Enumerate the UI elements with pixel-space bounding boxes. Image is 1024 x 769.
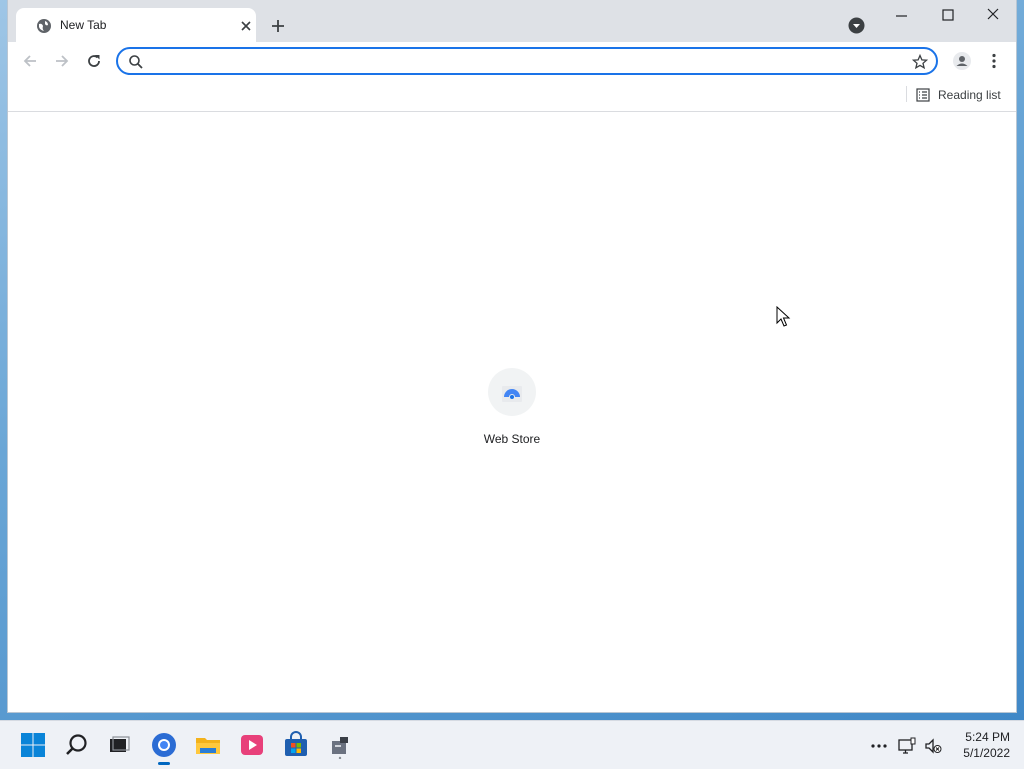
taskbar: 5:24 PM 5/1/2022 — [0, 720, 1024, 769]
close-window-icon[interactable] — [981, 6, 1005, 26]
bookmarks-separator — [906, 86, 907, 102]
app-icon[interactable] — [326, 731, 354, 759]
task-view-icon[interactable] — [105, 731, 133, 759]
reading-list-icon — [916, 88, 930, 102]
tab-title: New Tab — [60, 18, 107, 32]
back-icon[interactable] — [20, 51, 40, 71]
address-input[interactable] — [154, 51, 898, 73]
tab-strip: New Tab — [8, 0, 1016, 42]
reload-icon[interactable] — [84, 51, 104, 71]
new-tab-button[interactable] — [268, 16, 288, 36]
search-icon — [129, 55, 143, 69]
search-icon[interactable] — [63, 731, 91, 759]
maximize-icon[interactable] — [936, 6, 960, 26]
media-player-icon[interactable] — [238, 731, 266, 759]
address-bar[interactable] — [116, 47, 938, 75]
reading-list-label: Reading list — [938, 88, 1001, 102]
system-clock[interactable]: 5:24 PM 5/1/2022 — [940, 729, 1010, 761]
shortcut-icon-container — [488, 368, 536, 416]
bookmark-star-icon[interactable] — [912, 54, 928, 70]
microsoft-store-icon[interactable] — [282, 731, 310, 759]
new-tab-page: Web Store — [8, 112, 1016, 712]
globe-icon — [37, 19, 51, 33]
close-icon[interactable] — [238, 18, 254, 34]
profile-icon[interactable] — [952, 51, 972, 71]
mouse-cursor-icon — [776, 306, 791, 327]
clock-time: 5:24 PM — [965, 730, 1010, 744]
menu-kebab-icon[interactable] — [984, 51, 1004, 71]
toolbar — [8, 42, 1016, 80]
browser-window: New Tab Reading list Web Store — [8, 0, 1016, 712]
web-store-icon — [502, 386, 522, 402]
chrome-taskbar-button[interactable] — [150, 731, 178, 765]
clock-date: 5/1/2022 — [963, 746, 1010, 760]
shortcut-label: Web Store — [483, 432, 541, 446]
minimize-icon[interactable] — [890, 6, 914, 26]
tab-search-icon[interactable] — [848, 17, 865, 34]
overflow-ellipsis-icon[interactable] — [870, 737, 888, 755]
shortcut-web-store[interactable]: Web Store — [470, 364, 554, 450]
tab-new-tab[interactable]: New Tab — [16, 8, 256, 42]
reading-list-button[interactable]: Reading list — [914, 84, 1010, 106]
file-explorer-icon[interactable] — [194, 731, 222, 759]
chrome-icon — [152, 733, 176, 757]
forward-icon[interactable] — [52, 51, 72, 71]
network-icon[interactable] — [898, 737, 916, 755]
bookmarks-bar: Reading list — [8, 80, 1016, 112]
start-icon[interactable] — [19, 731, 47, 759]
